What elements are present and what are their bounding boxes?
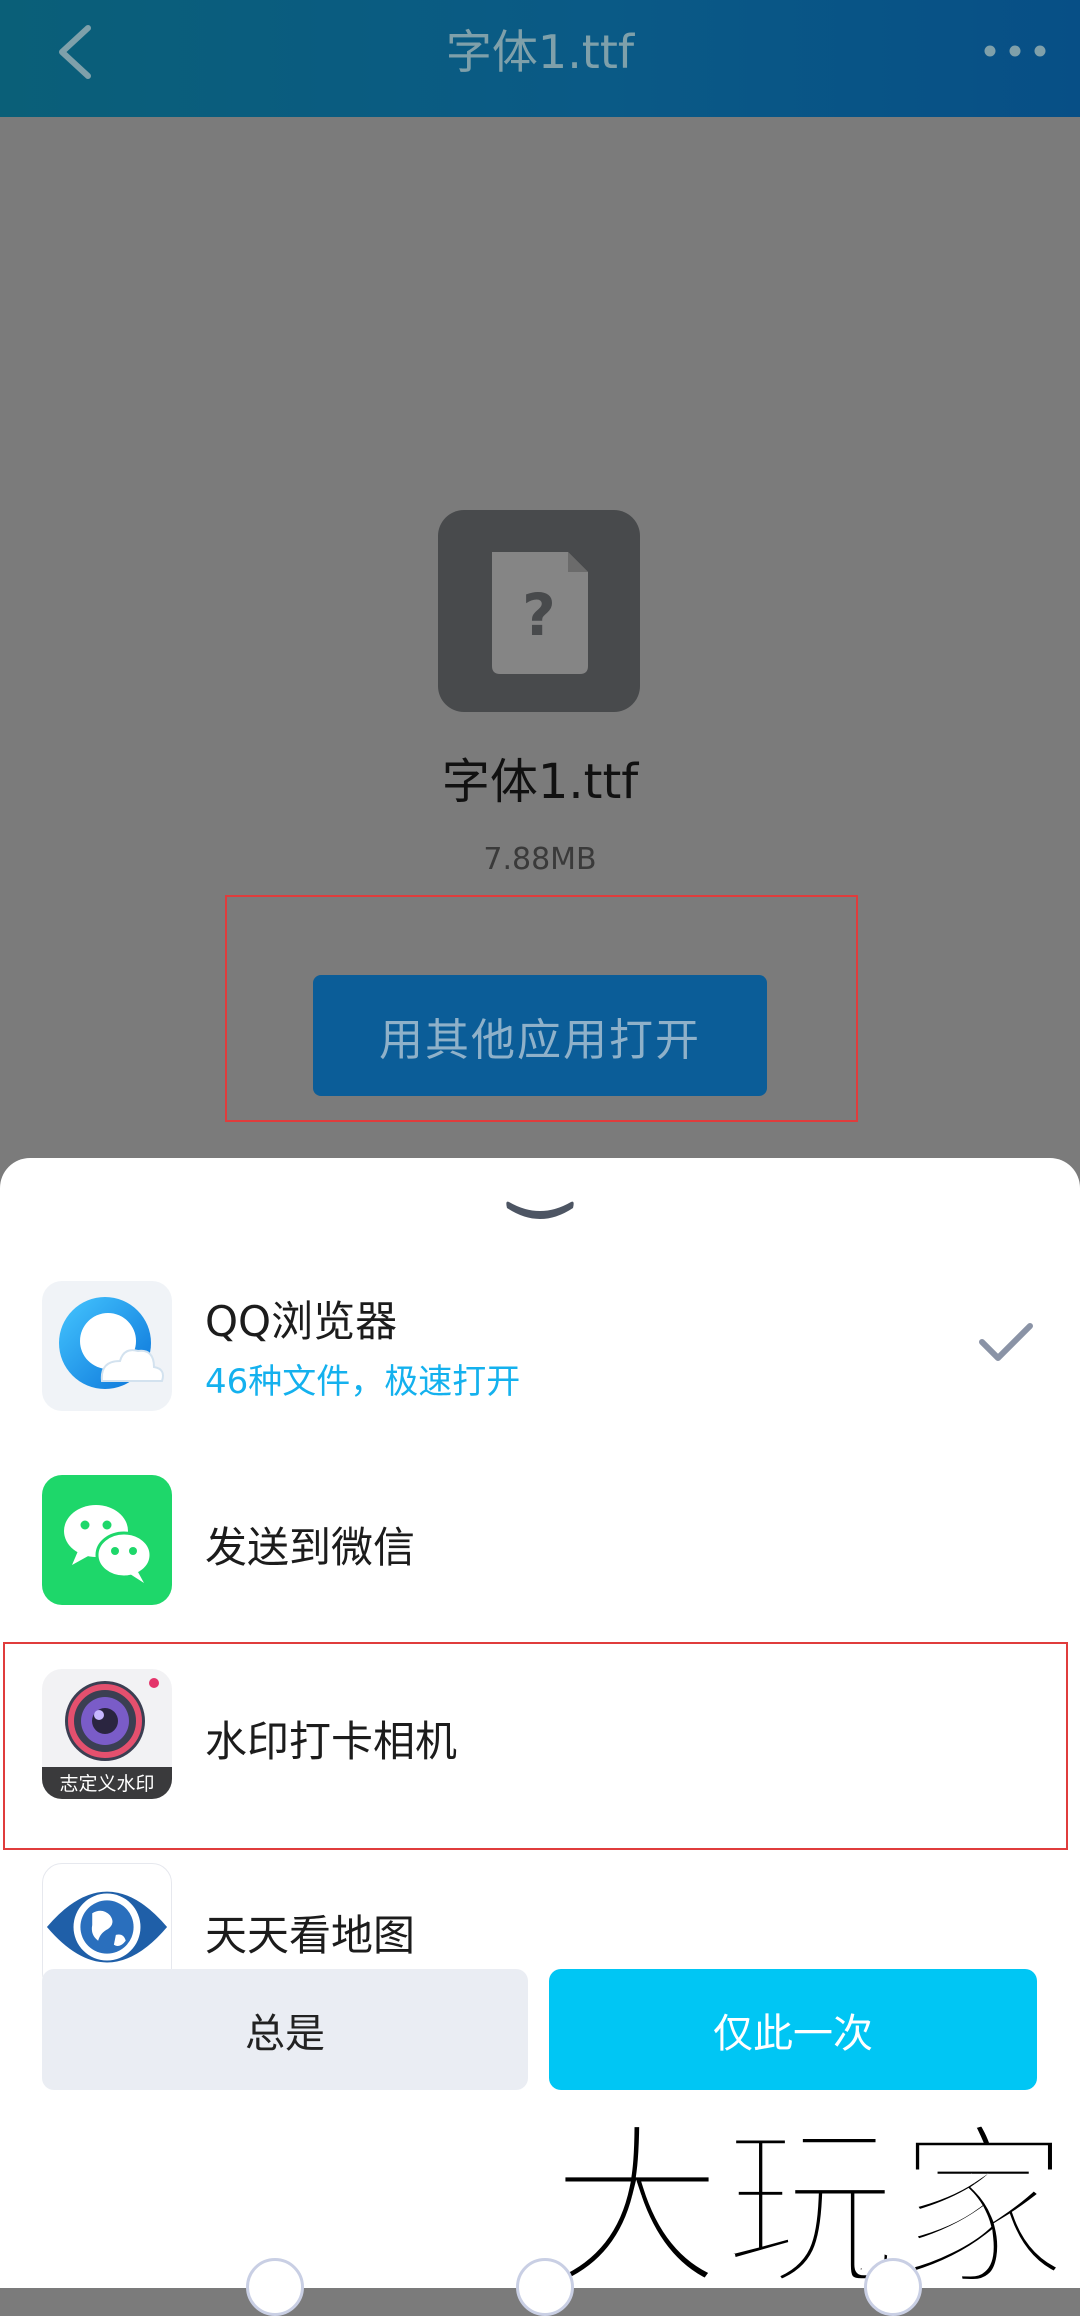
chevron-down-icon	[506, 1201, 574, 1219]
app-name: 发送到微信	[205, 1523, 416, 1572]
file-icon-container: ?	[438, 510, 640, 712]
qq-browser-icon	[42, 1281, 172, 1411]
app-name: QQ浏览器	[205, 1297, 398, 1346]
nav-circle[interactable]	[516, 2258, 574, 2316]
unknown-file-icon: ?	[492, 552, 588, 674]
always-button[interactable]: 总是	[42, 1969, 528, 2090]
app-name: 天天看地图	[205, 1911, 416, 1960]
file-size: 7.88MB	[483, 842, 597, 877]
open-with-other-app-button[interactable]: 用其他应用打开	[313, 975, 767, 1096]
svg-text:?: ?	[522, 581, 556, 649]
collapse-handle[interactable]	[505, 1196, 575, 1232]
app-row-watermark-camera[interactable]: 志定义水印 水印打卡相机	[0, 1638, 1080, 1832]
nav-circle[interactable]	[864, 2258, 922, 2316]
check-icon	[979, 1323, 1033, 1361]
watermark-camera-icon: 志定义水印	[42, 1669, 172, 1799]
top-bar: 字体1.ttf	[0, 0, 1080, 117]
watermark-logo: 大玩家	[548, 2105, 1072, 2288]
just-once-button[interactable]: 仅此一次	[549, 1969, 1037, 2090]
nav-circle[interactable]	[246, 2258, 304, 2316]
app-subtitle: 46种文件，极速打开	[205, 1362, 521, 1402]
app-name: 水印打卡相机	[205, 1717, 458, 1766]
more-button[interactable]	[980, 26, 1050, 76]
page-title: 字体1.ttf	[445, 25, 635, 79]
wechat-icon	[42, 1475, 172, 1605]
more-horizontal-icon	[984, 45, 1046, 57]
app-row-wechat[interactable]: 发送到微信	[0, 1444, 1080, 1638]
svg-text:大玩家: 大玩家	[550, 2107, 1070, 2288]
app-row-qq-browser[interactable]: QQ浏览器 46种文件，极速打开	[0, 1250, 1080, 1444]
watermark-icon-label: 志定义水印	[59, 1773, 154, 1795]
file-name: 字体1.ttf	[441, 754, 639, 810]
